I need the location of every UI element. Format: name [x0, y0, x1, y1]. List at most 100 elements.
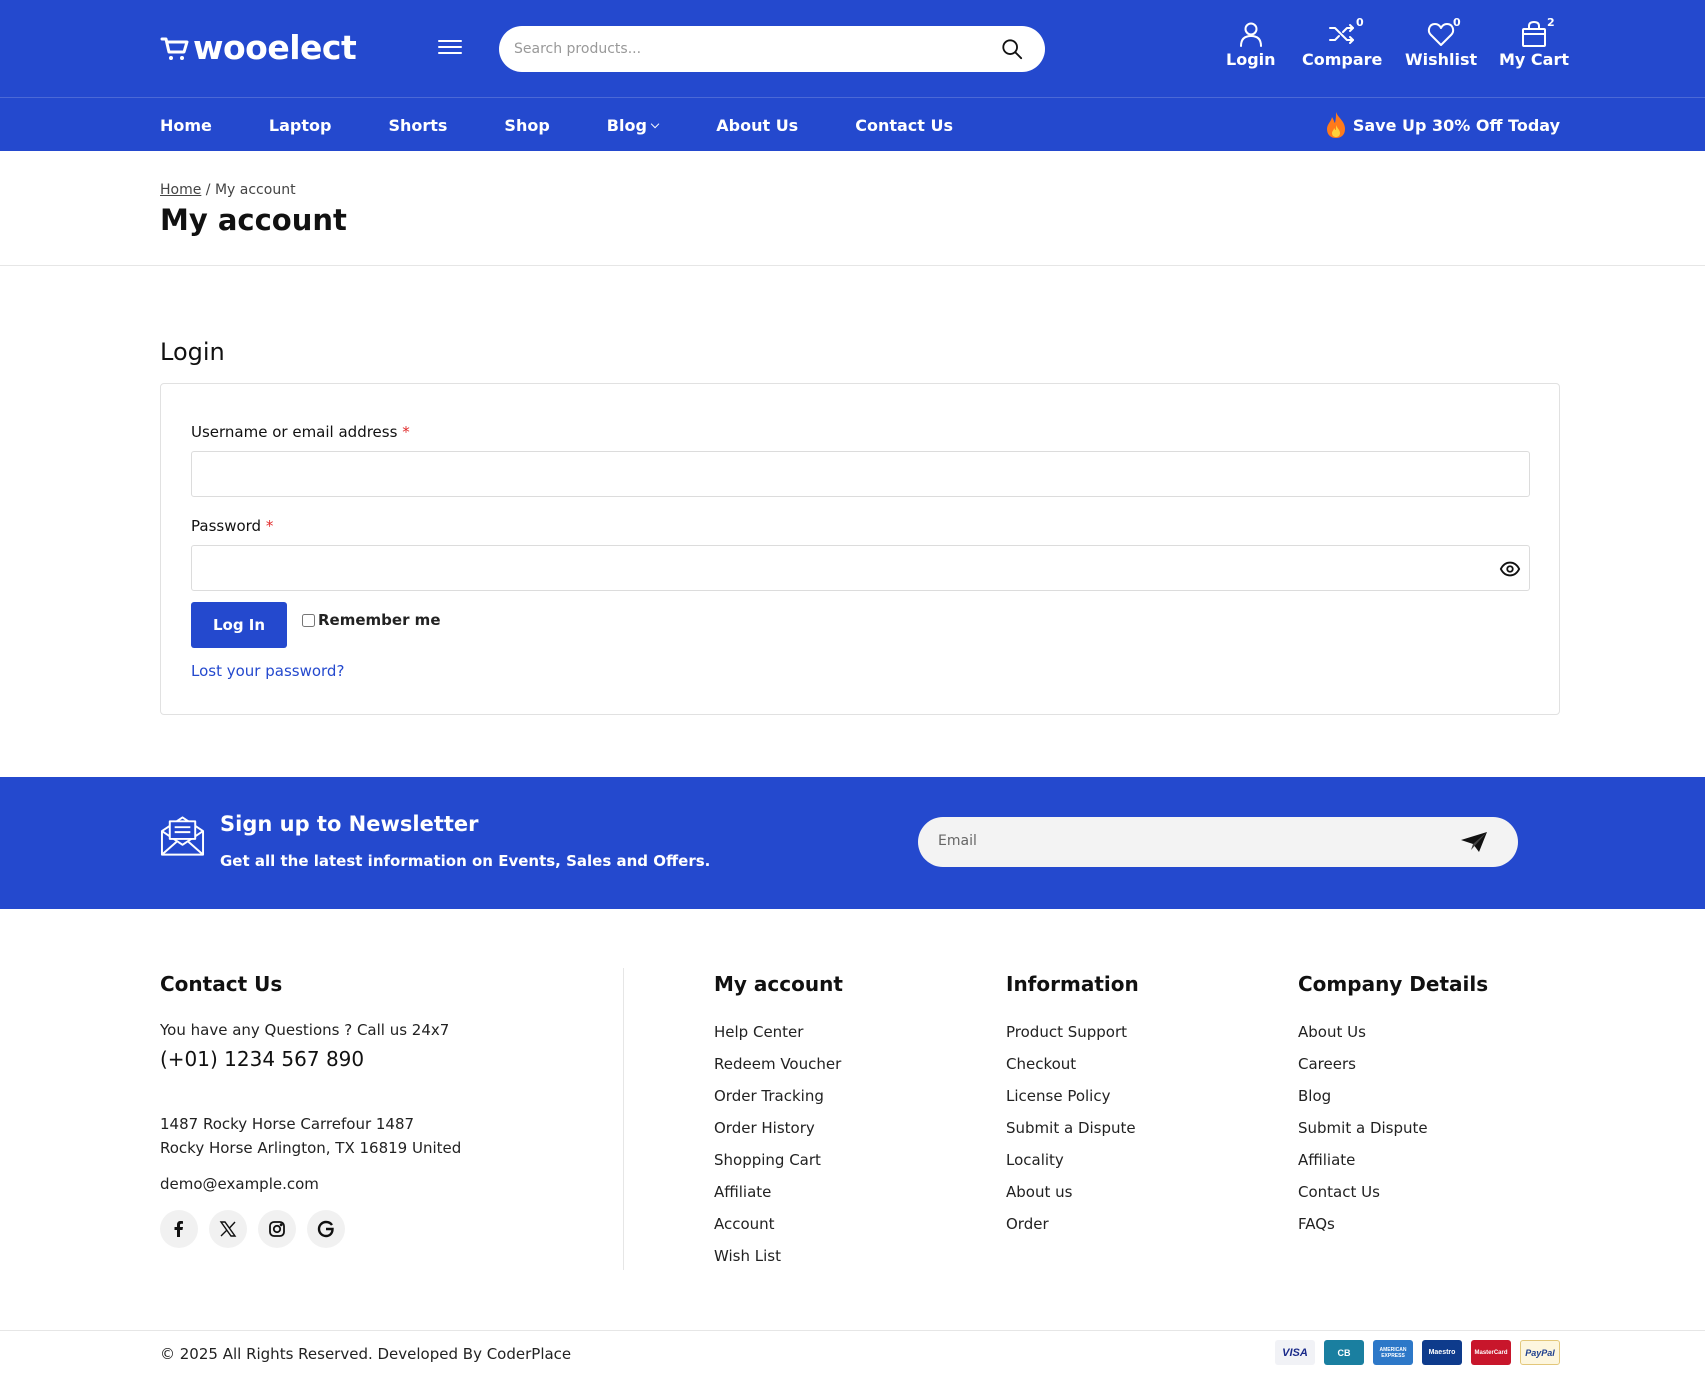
username-label: Username or email address *	[191, 423, 410, 441]
newsletter-subtitle: Get all the latest information on Events…	[220, 852, 711, 870]
wishlist-label: Wishlist	[1405, 50, 1478, 69]
newsletter-title: Sign up to Newsletter	[220, 812, 479, 836]
breadcrumb-home-link[interactable]: Home	[160, 182, 201, 198]
menu-toggle-icon[interactable]	[438, 40, 462, 58]
footer-link[interactable]: Help Center	[714, 1022, 843, 1054]
x-icon[interactable]	[209, 1210, 247, 1248]
footer-column-my-account: My account Help Center Redeem Voucher Or…	[714, 972, 843, 1278]
shopping-bag-icon	[1522, 21, 1546, 47]
login-label: Login	[1226, 50, 1276, 69]
visa-card-icon: VISA	[1275, 1340, 1315, 1365]
wishlist-count-badge: 0	[1453, 16, 1461, 29]
logo[interactable]: wooelect	[160, 28, 357, 68]
footer-link[interactable]: Order History	[714, 1118, 843, 1150]
paypal-card-icon: PayPal	[1520, 1340, 1560, 1365]
divider	[0, 265, 1705, 266]
footer-link[interactable]: Locality	[1006, 1150, 1139, 1182]
breadcrumb-separator: /	[205, 182, 211, 198]
search-icon[interactable]	[1001, 38, 1023, 60]
footer-link[interactable]: Checkout	[1006, 1054, 1139, 1086]
instagram-icon[interactable]	[258, 1210, 296, 1248]
search-input[interactable]	[514, 41, 974, 57]
nav-item-shop[interactable]: Shop	[504, 116, 549, 135]
google-icon[interactable]	[307, 1210, 345, 1248]
newsletter-form	[918, 817, 1518, 867]
compare-link[interactable]: 0 Compare	[1302, 16, 1383, 69]
page-title: My account	[160, 203, 347, 237]
nav-item-shorts[interactable]: Shorts	[388, 116, 447, 135]
footer-link[interactable]: Redeem Voucher	[714, 1054, 843, 1086]
nav-item-blog[interactable]: Blog ⌵	[607, 116, 659, 135]
footer-link[interactable]: Affiliate	[714, 1182, 843, 1214]
cart-link[interactable]: 2 My Cart	[1499, 16, 1569, 69]
lost-password-link[interactable]: Lost your password?	[191, 662, 344, 680]
cart-count-badge: 2	[1547, 16, 1555, 29]
search-bar	[499, 26, 1045, 72]
contact-address: 1487 Rocky Horse Carrefour 1487 Rocky Ho…	[160, 1115, 462, 1157]
footer-link[interactable]: Submit a Dispute	[1298, 1118, 1488, 1150]
footer-link[interactable]: Blog	[1298, 1086, 1488, 1118]
contact-email[interactable]: demo@example.com	[160, 1175, 319, 1193]
payment-methods: VISA CB AMERICAN EXPRESS Maestro MasterC…	[1266, 1340, 1560, 1365]
cb-card-icon: CB	[1324, 1340, 1364, 1365]
divider	[0, 1330, 1705, 1331]
header-bar: wooelect Login 0 Compare	[0, 0, 1705, 97]
main-nav: Home Laptop Shorts Shop Blog ⌵ About Us C…	[0, 97, 1705, 151]
password-field[interactable]	[191, 545, 1530, 591]
logo-text: wooelect	[193, 28, 357, 67]
user-icon	[1239, 22, 1262, 47]
envelope-icon	[160, 816, 205, 856]
required-mark: *	[402, 423, 410, 441]
remember-me[interactable]: Remember me	[302, 611, 441, 629]
footer-link[interactable]: Order Tracking	[714, 1086, 843, 1118]
newsletter-email-input[interactable]	[938, 833, 1418, 849]
breadcrumb: Home / My account	[160, 182, 296, 198]
mastercard-card-icon: MasterCard	[1471, 1340, 1511, 1365]
breadcrumb-current: My account	[214, 182, 296, 198]
footer-column-company-details: Company Details About Us Careers Blog Su…	[1298, 972, 1488, 1246]
nav-item-about-us[interactable]: About Us	[716, 116, 798, 135]
footer-link[interactable]: Contact Us	[1298, 1182, 1488, 1214]
username-field[interactable]	[191, 451, 1530, 497]
nav-item-laptop[interactable]: Laptop	[269, 116, 332, 135]
remember-me-label: Remember me	[318, 611, 441, 629]
login-link[interactable]: Login	[1226, 20, 1276, 69]
footer-link[interactable]: FAQs	[1298, 1214, 1488, 1246]
footer-column-information: Information Product Support Checkout Lic…	[1006, 972, 1139, 1246]
footer-link[interactable]: About us	[1006, 1182, 1139, 1214]
footer-column-heading: Information	[1006, 972, 1139, 996]
send-icon[interactable]	[1460, 831, 1488, 853]
facebook-icon[interactable]	[160, 1210, 198, 1248]
footer-link[interactable]: License Policy	[1006, 1086, 1139, 1118]
login-form: Username or email address * Password * L…	[160, 383, 1560, 715]
footer-link[interactable]: Shopping Cart	[714, 1150, 843, 1182]
footer-link[interactable]: Submit a Dispute	[1006, 1118, 1139, 1150]
heart-icon	[1428, 23, 1455, 46]
eye-icon[interactable]	[1499, 558, 1521, 580]
shuffle-icon	[1329, 24, 1355, 44]
footer-link[interactable]: About Us	[1298, 1022, 1488, 1054]
footer-column-heading: My account	[714, 972, 843, 996]
nav-item-contact-us[interactable]: Contact Us	[855, 116, 953, 135]
cart-logo-icon	[160, 37, 189, 60]
footer-link[interactable]: Careers	[1298, 1054, 1488, 1086]
footer-link[interactable]: Product Support	[1006, 1022, 1139, 1054]
footer-link[interactable]: Affiliate	[1298, 1150, 1488, 1182]
footer-contact-heading: Contact Us	[160, 972, 283, 996]
compare-label: Compare	[1302, 50, 1383, 69]
login-button[interactable]: Log In	[191, 602, 287, 648]
maestro-card-icon: Maestro	[1422, 1340, 1462, 1365]
wishlist-link[interactable]: 0 Wishlist	[1405, 16, 1478, 69]
newsletter-section: Sign up to Newsletter Get all the latest…	[0, 777, 1705, 909]
nav-item-home[interactable]: Home	[160, 116, 212, 135]
footer-link[interactable]: Order	[1006, 1214, 1139, 1246]
footer-link[interactable]: Wish List	[714, 1246, 843, 1278]
footer-contact: Contact Us	[160, 972, 282, 1022]
promo-banner[interactable]: Save Up 30% Off Today	[1325, 111, 1560, 139]
remember-me-checkbox[interactable]	[302, 613, 315, 627]
contact-phone[interactable]: (+01) 1234 567 890	[160, 1047, 364, 1071]
cart-label: My Cart	[1499, 50, 1569, 69]
copyright: © 2025 All Rights Reserved. Developed By…	[160, 1345, 572, 1363]
footer-link[interactable]: Account	[714, 1214, 843, 1246]
footer-column-heading: Company Details	[1298, 972, 1489, 996]
